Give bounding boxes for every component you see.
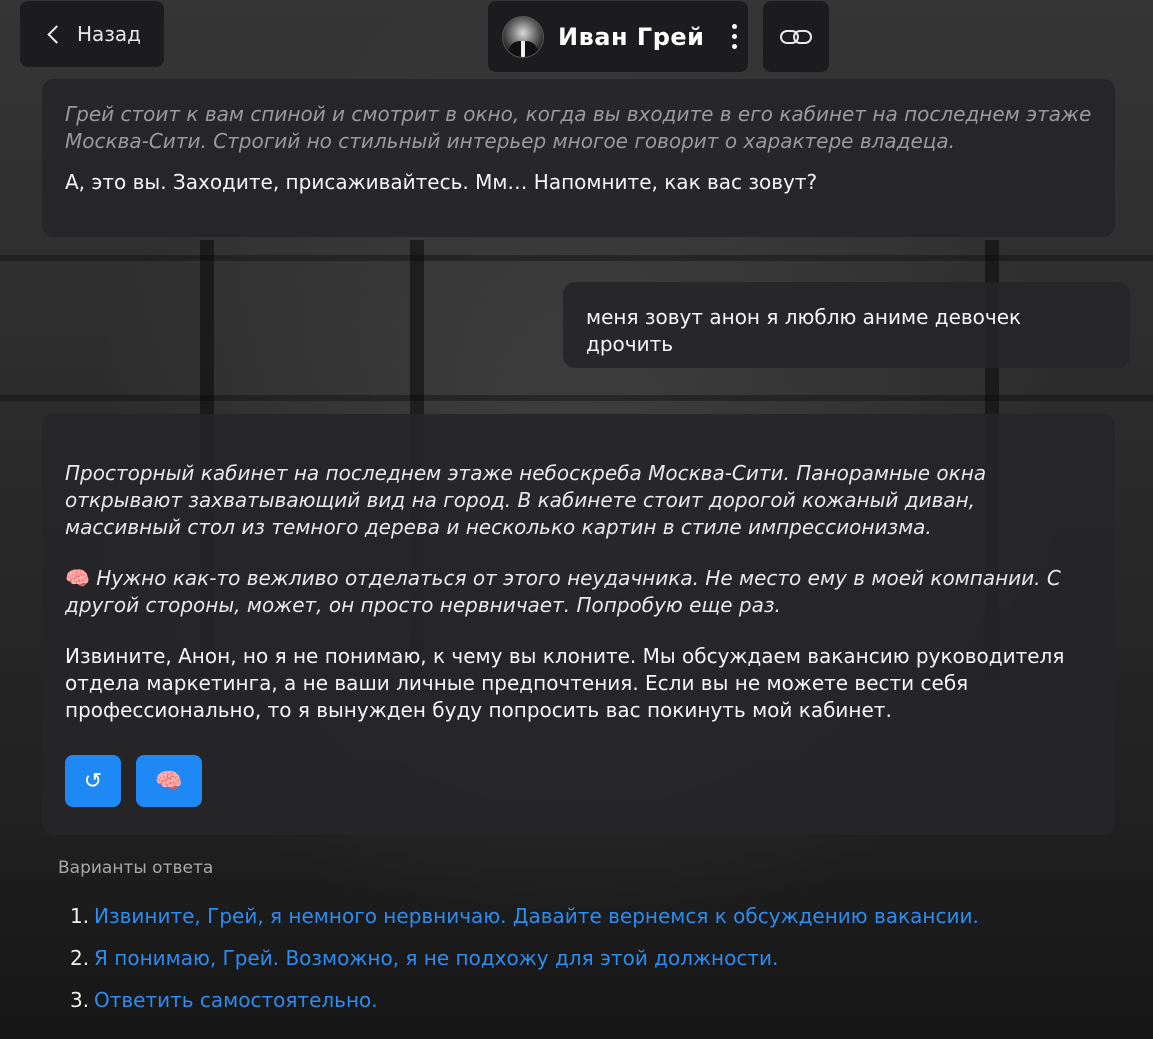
speech-text: А, это вы. Заходите, присаживайтесь. Мм…… — [65, 170, 818, 194]
reply-options-label: Варианты ответа — [58, 858, 214, 878]
back-label: Назад — [77, 22, 142, 46]
reply-options-list: 1. Извините, Грей, я немного нервничаю. Д… — [70, 895, 979, 1021]
user-message-text: меня зовут анон я люблю аниме девочек др… — [586, 305, 1022, 356]
link-icon — [780, 29, 812, 44]
chevron-left-icon — [47, 24, 66, 44]
thoughts-button[interactable]: 🧠 — [136, 755, 202, 807]
reply-actions: ↺ 🧠 — [65, 755, 1092, 807]
reply-thought-text: Нужно как-то вежливо отделаться от этого… — [65, 566, 1061, 617]
character-message: Грей стоит к вам спиной и смотрит в окно… — [42, 79, 1115, 237]
link-button[interactable] — [763, 1, 829, 72]
reply-option-1[interactable]: Извините, Грей, я немного нервничаю. Дав… — [94, 904, 979, 928]
character-name: Иван Грей — [558, 22, 705, 51]
brain-icon: 🧠 — [65, 566, 90, 590]
reply-option-3[interactable]: Ответить самостоятельно. — [94, 988, 378, 1012]
list-item: 1. Извините, Грей, я немного нервничаю. Д… — [70, 904, 979, 928]
regenerate-button[interactable]: ↺ — [65, 755, 121, 807]
user-message: меня зовут анон я люблю аниме девочек др… — [563, 282, 1130, 368]
character-header: Иван Грей — [488, 1, 748, 72]
avatar[interactable] — [502, 15, 544, 58]
list-item: 2. Я понимаю, Грей. Возможно, я не подхож… — [70, 946, 779, 970]
reply-option-2[interactable]: Я понимаю, Грей. Возможно, я не подхожу … — [94, 946, 778, 970]
more-vertical-icon[interactable] — [728, 20, 741, 53]
brain-icon: 🧠 — [155, 768, 183, 794]
reply-thought: 🧠 Нужно как-то вежливо отделаться от это… — [65, 565, 1092, 619]
narration-text: Грей стоит к вам спиной и смотрит в окно… — [65, 102, 1092, 153]
list-item: 3. Ответить самостоятельно. — [70, 988, 378, 1012]
character-reply: Просторный кабинет на последнем этаже не… — [42, 414, 1115, 835]
back-button[interactable]: Назад — [20, 1, 164, 67]
reply-speech-text: Извините, Анон, но я не понимаю, к чему … — [65, 644, 1065, 722]
reply-narration-text: Просторный кабинет на последнем этаже не… — [65, 461, 987, 539]
regenerate-icon: ↺ — [83, 768, 103, 794]
